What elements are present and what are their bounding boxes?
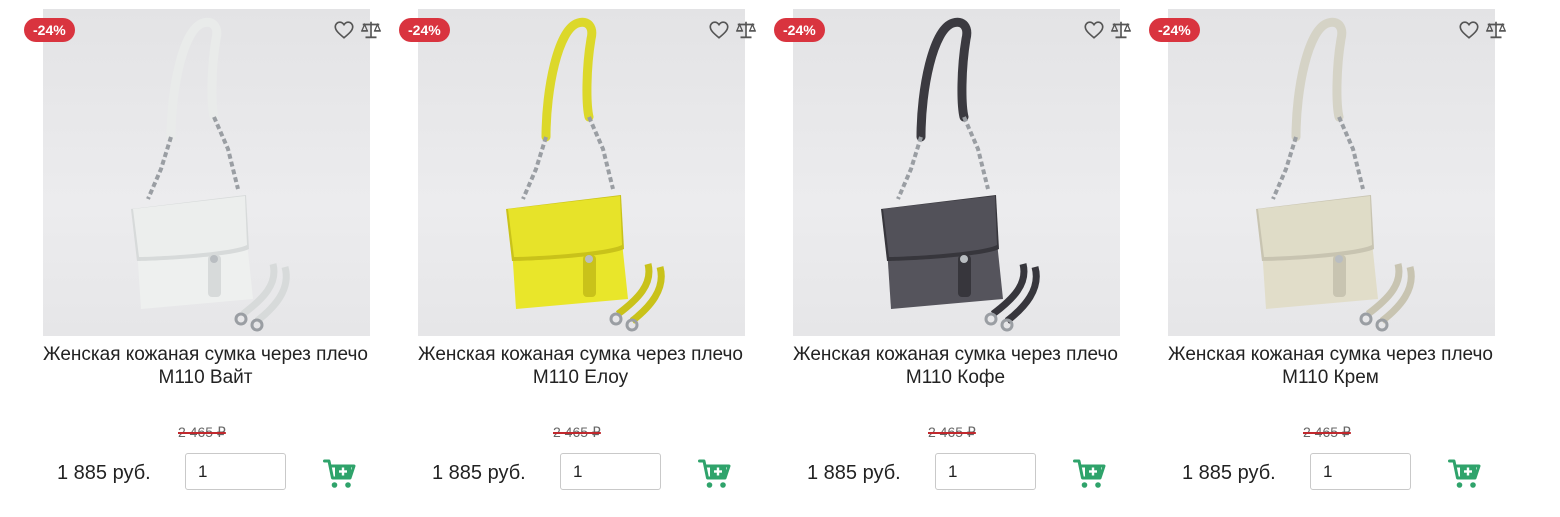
discount-badge: -24% xyxy=(774,18,825,42)
product-title-line1: Женская кожаная сумка через плечо xyxy=(793,344,1118,365)
quantity-input[interactable] xyxy=(560,453,661,490)
handbag-picture xyxy=(881,17,1040,332)
product-title-link[interactable]: Женская кожаная сумка через плечо M110 К… xyxy=(1143,343,1518,389)
handbag-picture xyxy=(131,17,290,332)
add-to-cart-icon[interactable] xyxy=(1448,458,1482,490)
product-title-link[interactable]: Женская кожаная сумка через плечо M110 В… xyxy=(18,343,393,389)
heart-icon[interactable] xyxy=(708,19,730,41)
heart-icon[interactable] xyxy=(333,19,355,41)
product-card: -24% Женская кожаная сумка через плечо M… xyxy=(768,0,1143,517)
product-image[interactable] xyxy=(793,9,1120,336)
old-price: 2 465 ₽ xyxy=(553,424,601,440)
product-title-line1: Женская кожаная сумка через плечо xyxy=(1168,344,1493,365)
product-title-line1: Женская кожаная сумка через плечо xyxy=(43,344,368,365)
old-price: 2 465 ₽ xyxy=(178,424,226,440)
handbag-picture xyxy=(506,17,665,332)
quantity-input[interactable] xyxy=(185,453,286,490)
compare-scales-icon[interactable] xyxy=(360,19,382,41)
product-image[interactable] xyxy=(418,9,745,336)
discount-badge: -24% xyxy=(1149,18,1200,42)
old-price: 2 465 ₽ xyxy=(1303,424,1351,440)
product-title-link[interactable]: Женская кожаная сумка через плечо M110 К… xyxy=(768,343,1143,389)
product-image[interactable] xyxy=(43,9,370,336)
product-card: -24% Женская кожаная сумка через плечо M… xyxy=(393,0,768,517)
product-title-line2: M110 Кофе xyxy=(905,367,1006,388)
compare-scales-icon[interactable] xyxy=(735,19,757,41)
product-card: -24% Женская кожаная сумка через плечо M… xyxy=(1143,0,1518,517)
heart-icon[interactable] xyxy=(1458,19,1480,41)
quantity-input[interactable] xyxy=(935,453,1036,490)
old-price: 2 465 ₽ xyxy=(928,424,976,440)
current-price: 1 885 руб. xyxy=(57,462,151,484)
add-to-cart-icon[interactable] xyxy=(698,458,732,490)
product-title-line2: M110 Крем xyxy=(1282,367,1379,388)
product-title-link[interactable]: Женская кожаная сумка через плечо M110 Е… xyxy=(393,343,768,389)
add-to-cart-icon[interactable] xyxy=(1073,458,1107,490)
add-to-cart-icon[interactable] xyxy=(323,458,357,490)
product-image[interactable] xyxy=(1168,9,1495,336)
current-price: 1 885 руб. xyxy=(1182,462,1276,484)
product-title-line1: Женская кожаная сумка через плечо xyxy=(418,344,743,365)
heart-icon[interactable] xyxy=(1083,19,1105,41)
product-grid: -24% Женская кожаная сумка через плечо M… xyxy=(0,0,1560,517)
current-price: 1 885 руб. xyxy=(807,462,901,484)
quantity-input[interactable] xyxy=(1310,453,1411,490)
discount-badge: -24% xyxy=(24,18,75,42)
product-title-line2: M110 Елоу xyxy=(532,367,629,388)
current-price: 1 885 руб. xyxy=(432,462,526,484)
compare-scales-icon[interactable] xyxy=(1110,19,1132,41)
compare-scales-icon[interactable] xyxy=(1485,19,1507,41)
product-title-line2: M110 Вайт xyxy=(158,367,253,388)
discount-badge: -24% xyxy=(399,18,450,42)
product-card: -24% Женская кожаная сумка через плечо M… xyxy=(18,0,393,517)
handbag-picture xyxy=(1256,17,1415,332)
